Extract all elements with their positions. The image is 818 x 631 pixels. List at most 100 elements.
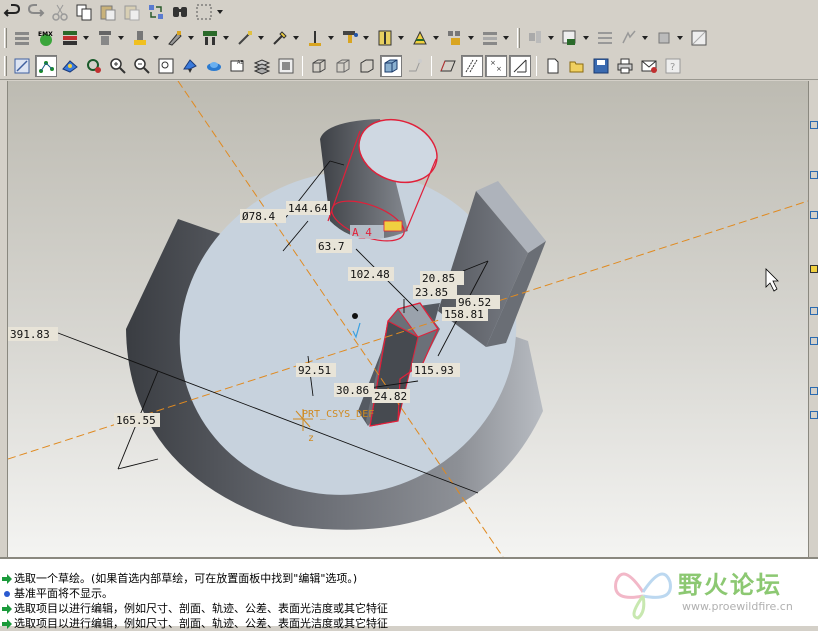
datum-point-dropdown[interactable] bbox=[362, 27, 370, 49]
select-box-icon[interactable] bbox=[193, 1, 215, 23]
toolbar-grip[interactable] bbox=[4, 28, 7, 48]
dim-block-depth[interactable]: 158.81 bbox=[444, 308, 484, 321]
mirror-dropdown[interactable] bbox=[502, 27, 510, 49]
analysis-icon[interactable] bbox=[559, 27, 581, 49]
refit-icon[interactable] bbox=[155, 55, 177, 77]
hidden-line-icon[interactable] bbox=[332, 55, 354, 77]
chamfer-dropdown[interactable] bbox=[222, 27, 230, 49]
paste-special-icon[interactable] bbox=[121, 1, 143, 23]
curve-tool-icon[interactable] bbox=[810, 337, 818, 345]
hole-dropdown[interactable] bbox=[152, 27, 160, 49]
open-file-icon[interactable] bbox=[566, 55, 588, 77]
round-dropdown[interactable] bbox=[187, 27, 195, 49]
layers-icon[interactable] bbox=[251, 55, 273, 77]
hole-icon[interactable] bbox=[129, 27, 151, 49]
dim-base-height[interactable]: 165.55 bbox=[116, 414, 156, 427]
cable-icon[interactable] bbox=[618, 27, 640, 49]
dim-base-diameter[interactable]: 391.83 bbox=[10, 328, 50, 341]
datum-axis-icon[interactable] bbox=[304, 27, 326, 49]
dim-block-width-2[interactable]: 23.85 bbox=[415, 286, 448, 299]
annotation-dropdown[interactable] bbox=[547, 27, 555, 49]
toolbar-grip[interactable] bbox=[517, 28, 520, 48]
spin-center-icon[interactable] bbox=[59, 55, 81, 77]
datum-planes-icon[interactable] bbox=[437, 55, 459, 77]
dim-pocket-depth[interactable]: 92.51 bbox=[298, 364, 331, 377]
datum-axes-icon[interactable] bbox=[461, 54, 483, 77]
zoom-in-icon[interactable] bbox=[107, 55, 129, 77]
select-dimension-icon[interactable] bbox=[35, 54, 57, 77]
toolbar-grip[interactable] bbox=[4, 55, 7, 76]
render-icon[interactable] bbox=[688, 27, 710, 49]
pan-icon[interactable] bbox=[179, 55, 201, 77]
paste-icon[interactable] bbox=[97, 1, 119, 23]
round-icon[interactable] bbox=[164, 27, 186, 49]
dim-boss-base[interactable]: 63.7 bbox=[318, 240, 345, 253]
point-tool-icon[interactable] bbox=[810, 265, 818, 273]
context-help-icon[interactable]: ? bbox=[662, 55, 684, 77]
model-setup-icon[interactable] bbox=[275, 55, 297, 77]
pattern-dropdown[interactable] bbox=[467, 27, 475, 49]
reorient-icon[interactable] bbox=[83, 55, 105, 77]
dim-boss-diameter[interactable]: Ø78.4 bbox=[242, 210, 275, 223]
graphics-viewport[interactable]: Ø78.4 144.64 63.7 A_4 102.48 20.85 23.85… bbox=[8, 81, 808, 557]
datum-csys-icon[interactable] bbox=[509, 54, 531, 77]
pattern-icon[interactable] bbox=[444, 27, 466, 49]
regenerate-icon[interactable] bbox=[145, 1, 167, 23]
mold-dropdown[interactable] bbox=[676, 27, 684, 49]
saved-views-icon[interactable]: AB bbox=[227, 55, 249, 77]
model-tree-icon[interactable] bbox=[594, 27, 616, 49]
dim-pocket-a[interactable]: 30.86 bbox=[336, 384, 369, 397]
print-icon[interactable] bbox=[614, 55, 636, 77]
coordinate-system-dropdown[interactable] bbox=[397, 27, 405, 49]
datum-points-icon[interactable]: × × bbox=[485, 54, 507, 77]
model-scene[interactable]: Ø78.4 144.64 63.7 A_4 102.48 20.85 23.85… bbox=[8, 81, 808, 557]
dim-pocket-b[interactable]: 24.82 bbox=[374, 390, 407, 403]
select-box-dropdown[interactable] bbox=[216, 1, 224, 23]
emx-icon[interactable]: EMX bbox=[35, 27, 57, 49]
cut-icon[interactable] bbox=[49, 1, 71, 23]
coordinate-system-icon[interactable] bbox=[374, 27, 396, 49]
extrude-dropdown[interactable] bbox=[117, 27, 125, 49]
dim-boss-top[interactable]: 144.64 bbox=[288, 202, 328, 215]
datum-axis-dropdown[interactable] bbox=[327, 27, 335, 49]
axis-tool-icon[interactable] bbox=[810, 211, 818, 219]
shell-icon[interactable] bbox=[409, 27, 431, 49]
rib-dropdown[interactable] bbox=[257, 27, 265, 49]
email-icon[interactable] bbox=[638, 55, 660, 77]
wireframe-icon[interactable] bbox=[308, 55, 330, 77]
draft-dropdown[interactable] bbox=[292, 27, 300, 49]
plane-tool-icon[interactable] bbox=[810, 171, 818, 179]
dim-boss-distance[interactable]: 102.48 bbox=[350, 268, 390, 281]
draft-icon[interactable] bbox=[269, 27, 291, 49]
rib-tool-icon[interactable] bbox=[810, 411, 818, 419]
left-panel-strip[interactable] bbox=[0, 81, 8, 557]
undo-icon[interactable] bbox=[1, 1, 23, 23]
chamfer-icon[interactable] bbox=[199, 27, 221, 49]
redo-icon[interactable] bbox=[25, 1, 47, 23]
annotation-icon[interactable] bbox=[524, 27, 546, 49]
selected-tag-icon[interactable] bbox=[383, 220, 403, 232]
right-feature-toolbar[interactable] bbox=[808, 81, 818, 557]
analysis-dropdown[interactable] bbox=[582, 27, 590, 49]
sketcher-display-icon[interactable] bbox=[11, 55, 33, 77]
mirror-icon[interactable] bbox=[479, 27, 501, 49]
csys-tool-icon[interactable] bbox=[810, 307, 818, 315]
appearance-icon[interactable] bbox=[404, 55, 426, 77]
mold-icon[interactable] bbox=[653, 27, 675, 49]
dim-pocket-width-value[interactable]: 115.93 bbox=[414, 364, 454, 377]
rib-icon[interactable] bbox=[234, 27, 256, 49]
zoom-out-icon[interactable] bbox=[131, 55, 153, 77]
layer-icon[interactable] bbox=[59, 27, 81, 49]
new-file-icon[interactable] bbox=[542, 55, 564, 77]
layer-dropdown[interactable] bbox=[82, 27, 90, 49]
find-icon[interactable] bbox=[169, 1, 191, 23]
dim-label-a4[interactable]: A_4 bbox=[352, 226, 372, 239]
shell-tool-icon[interactable] bbox=[810, 387, 818, 395]
dim-block-width[interactable]: 20.85 bbox=[422, 272, 455, 285]
repaint-icon[interactable] bbox=[203, 55, 225, 77]
shading-icon[interactable] bbox=[380, 54, 402, 77]
datum-point-icon[interactable] bbox=[339, 27, 361, 49]
cable-dropdown[interactable] bbox=[641, 27, 649, 49]
shell-dropdown[interactable] bbox=[432, 27, 440, 49]
save-icon[interactable] bbox=[590, 55, 612, 77]
